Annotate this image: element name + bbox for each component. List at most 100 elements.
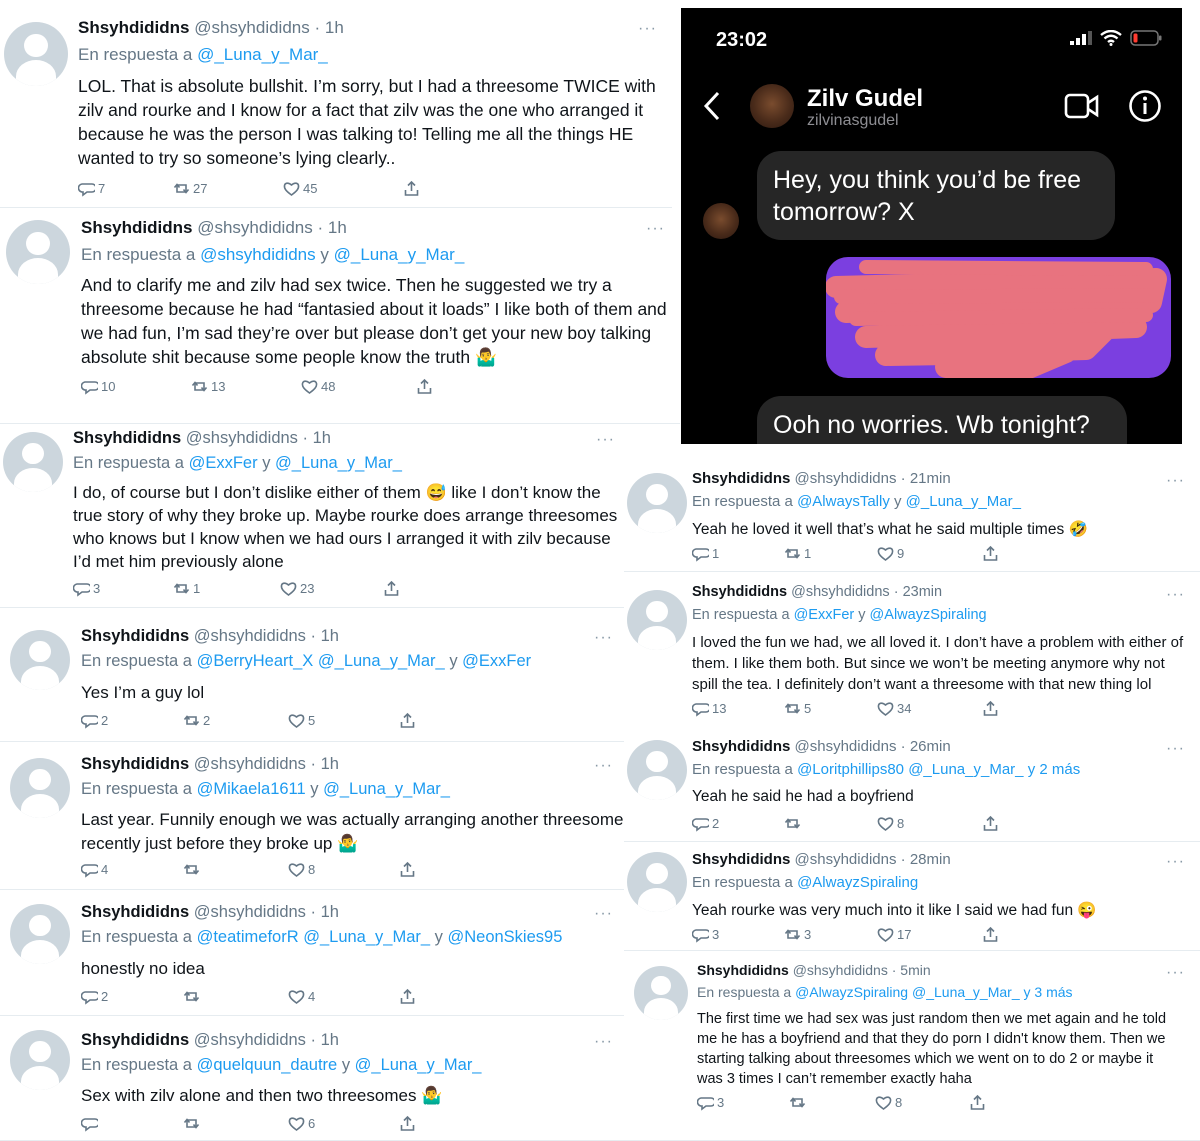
- retweet-button[interactable]: 5: [784, 700, 811, 717]
- reply-mention[interactable]: @_Luna_y_Mar_: [355, 1056, 482, 1074]
- avatar[interactable]: [634, 966, 688, 1020]
- reply-mention[interactable]: @_Luna_y_Mar_: [275, 454, 402, 472]
- reply-button[interactable]: 3: [73, 580, 100, 597]
- author-name[interactable]: Shsyhdididns: [81, 755, 189, 773]
- reply-mention[interactable]: @_Luna_y_Mar_: [323, 780, 450, 798]
- author-handle[interactable]: @shsyhdididns: [791, 584, 890, 600]
- avatar[interactable]: [627, 852, 687, 912]
- more-options-icon[interactable]: ···: [1166, 740, 1185, 758]
- avatar[interactable]: [627, 473, 687, 533]
- share-button[interactable]: [982, 545, 999, 562]
- tweet-timestamp[interactable]: 21min: [910, 470, 951, 487]
- avatar[interactable]: [6, 220, 70, 284]
- reply-button[interactable]: 7: [78, 180, 105, 197]
- retweet-button[interactable]: [183, 1115, 203, 1132]
- like-button[interactable]: 9: [877, 545, 904, 562]
- author-handle[interactable]: @shsyhdididns: [795, 738, 897, 755]
- reply-button[interactable]: 1: [692, 545, 719, 562]
- tweet-timestamp[interactable]: 23min: [903, 584, 943, 600]
- reply-button[interactable]: 2: [692, 815, 719, 832]
- reply-mention[interactable]: @_Luna_y_Mar_: [906, 493, 1021, 510]
- share-button[interactable]: [399, 712, 416, 729]
- more-options-icon[interactable]: ···: [594, 629, 613, 647]
- reply-button[interactable]: 10: [81, 378, 115, 395]
- tweet-timestamp[interactable]: 28min: [910, 851, 951, 868]
- reply-mention[interactable]: @_Luna_y_Mar_: [197, 45, 328, 64]
- contact-name[interactable]: Zilv Gudel: [807, 85, 923, 113]
- more-options-icon[interactable]: ···: [596, 431, 615, 449]
- like-button[interactable]: 17: [877, 926, 911, 943]
- author-name[interactable]: Shsyhdididns: [73, 429, 181, 447]
- reply-mention[interactable]: @_Luna_y_Mar_: [908, 761, 1023, 778]
- like-button[interactable]: 23: [280, 580, 314, 597]
- tweet-timestamp[interactable]: 1h: [328, 218, 347, 237]
- reply-mention[interactable]: @_Luna_y_Mar_: [303, 928, 430, 946]
- reply-mention[interactable]: @AlwaysTally: [797, 493, 890, 510]
- share-button[interactable]: [399, 861, 416, 878]
- reply-mention[interactable]: @NeonSkies95: [447, 928, 562, 946]
- tweet-timestamp[interactable]: 5min: [900, 962, 930, 978]
- reply-mention[interactable]: @teatimeforR: [197, 928, 299, 946]
- tweet-timestamp[interactable]: 1h: [321, 755, 339, 773]
- tweet-timestamp[interactable]: 1h: [325, 18, 344, 37]
- more-options-icon[interactable]: ···: [638, 20, 657, 38]
- share-button[interactable]: [416, 378, 433, 395]
- tweet[interactable]: Shsyhdididns @shsyhdididns · 1h ··· En res…: [0, 8, 672, 208]
- retweet-button[interactable]: 3: [784, 926, 811, 943]
- retweet-button[interactable]: 1: [784, 545, 811, 562]
- author-handle[interactable]: @shsyhdididns: [194, 627, 306, 645]
- reply-button[interactable]: 4: [81, 861, 108, 878]
- avatar[interactable]: [627, 590, 687, 650]
- like-button[interactable]: 8: [288, 861, 315, 878]
- tweet[interactable]: Shsyhdididns @shsyhdididns · 21min ··· En …: [624, 456, 1200, 572]
- author-name[interactable]: Shsyhdididns: [78, 18, 189, 37]
- reply-button[interactable]: 2: [81, 712, 108, 729]
- tweet-timestamp[interactable]: 1h: [321, 627, 339, 645]
- reply-more-link[interactable]: y 2 más: [1028, 761, 1081, 778]
- reply-mention[interactable]: @AlwayzSpiraling: [795, 984, 908, 1000]
- retweet-button[interactable]: 13: [191, 378, 225, 395]
- like-button[interactable]: 45: [283, 180, 317, 197]
- author-name[interactable]: Shsyhdididns: [692, 584, 787, 600]
- reply-mention[interactable]: @BerryHeart_X: [197, 652, 314, 670]
- reply-mention[interactable]: @ExxFer: [794, 607, 855, 623]
- author-name[interactable]: Shsyhdididns: [692, 470, 790, 487]
- author-handle[interactable]: @shsyhdididns: [795, 851, 897, 868]
- retweet-button[interactable]: [183, 861, 203, 878]
- tweet[interactable]: Shsyhdididns @shsyhdididns · 5min ··· En r…: [624, 956, 1200, 1141]
- tweet[interactable]: Shsyhdididns @shsyhdididns · 1h ··· En res…: [0, 1020, 628, 1141]
- author-name[interactable]: Shsyhdididns: [81, 627, 189, 645]
- avatar[interactable]: [3, 432, 63, 492]
- author-handle[interactable]: @shsyhdididns: [793, 962, 888, 978]
- back-chevron-icon[interactable]: [703, 91, 721, 121]
- avatar[interactable]: [10, 904, 70, 964]
- info-icon[interactable]: [1128, 89, 1162, 123]
- more-options-icon[interactable]: ···: [594, 1033, 613, 1051]
- avatar[interactable]: [10, 758, 70, 818]
- avatar[interactable]: [4, 22, 68, 86]
- more-options-icon[interactable]: ···: [1166, 853, 1185, 871]
- like-button[interactable]: 34: [877, 700, 911, 717]
- reply-mention[interactable]: @shsyhdididns: [200, 245, 316, 264]
- author-name[interactable]: Shsyhdididns: [81, 218, 192, 237]
- avatar[interactable]: [627, 740, 687, 800]
- author-handle[interactable]: @shsyhdididns: [795, 470, 897, 487]
- author-name[interactable]: Shsyhdididns: [81, 1031, 189, 1049]
- retweet-button[interactable]: [183, 988, 203, 1005]
- reply-mention[interactable]: @ExxFer: [462, 652, 531, 670]
- share-button[interactable]: [982, 700, 999, 717]
- reply-button[interactable]: [81, 1115, 101, 1132]
- reply-mention[interactable]: @_Luna_y_Mar_: [912, 984, 1020, 1000]
- reply-button[interactable]: 3: [692, 926, 719, 943]
- share-button[interactable]: [982, 815, 999, 832]
- video-call-icon[interactable]: [1064, 92, 1100, 120]
- author-handle[interactable]: @shsyhdididns: [194, 755, 306, 773]
- share-button[interactable]: [403, 180, 420, 197]
- like-button[interactable]: 8: [875, 1094, 902, 1111]
- more-options-icon[interactable]: ···: [1166, 472, 1185, 490]
- tweet[interactable]: Shsyhdididns @shsyhdididns · 28min ··· En …: [624, 845, 1200, 951]
- reply-mention[interactable]: @AlwayzSpiraling: [870, 607, 987, 623]
- tweet[interactable]: Shsyhdididns @shsyhdididns · 1h ··· En res…: [0, 744, 628, 890]
- like-button[interactable]: 6: [288, 1115, 315, 1132]
- reply-button[interactable]: 13: [692, 700, 726, 717]
